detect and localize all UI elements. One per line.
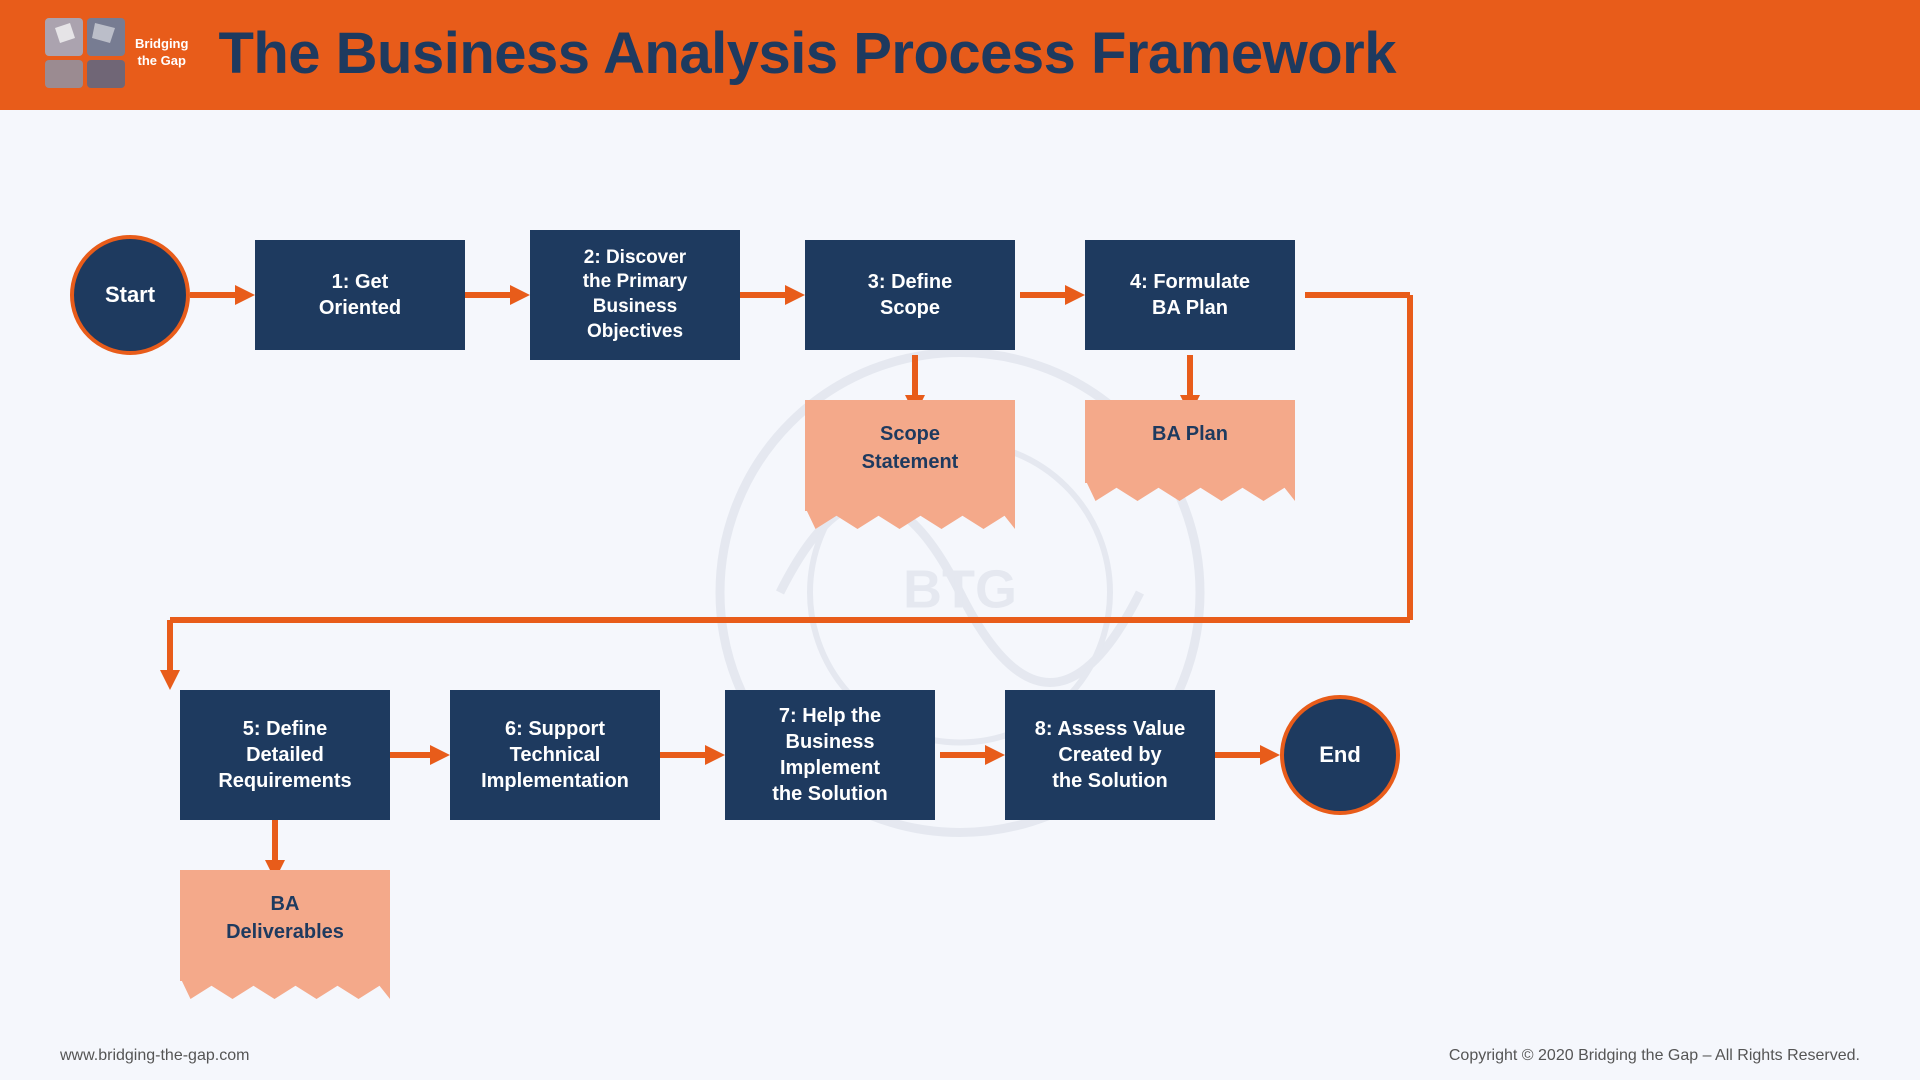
- flow-canvas: Start 1: GetOriented 2: Discoverthe Prim…: [60, 140, 1860, 1010]
- step-4-column: 4: FormulateBA Plan BA Plan: [1085, 240, 1295, 483]
- scope-statement-doc: ScopeStatement: [805, 400, 1015, 511]
- start-node: Start: [70, 235, 190, 355]
- step-7-node: 7: Help theBusinessImplementthe Solution: [725, 690, 935, 820]
- ba-deliverables-doc: BADeliverables: [180, 870, 390, 981]
- end-node: End: [1280, 695, 1400, 815]
- copyright-text: Copyright © 2020 Bridging the Gap – All …: [1449, 1047, 1860, 1065]
- main-content: BTG: [0, 110, 1920, 1080]
- page-title: The Business Analysis Process Framework: [218, 20, 1396, 87]
- logo-area: Bridging the Gap: [40, 13, 188, 93]
- step-2-node: 2: Discoverthe PrimaryBusinessObjectives: [530, 230, 740, 360]
- step-3-column: 3: DefineScope ScopeStatement: [805, 240, 1015, 511]
- ba-plan-doc: BA Plan: [1085, 400, 1295, 483]
- logo-text: Bridging the Gap: [135, 36, 188, 70]
- step-5-column: 5: DefineDetailedRequirements BADelivera…: [180, 690, 390, 981]
- step-6-node: 6: SupportTechnicalImplementation: [450, 690, 660, 820]
- website-url: www.bridging-the-gap.com: [60, 1047, 249, 1065]
- step-8-node: 8: Assess ValueCreated bythe Solution: [1005, 690, 1215, 820]
- footer: www.bridging-the-gap.com Copyright © 202…: [0, 1047, 1920, 1065]
- header: Bridging the Gap The Business Analysis P…: [0, 0, 1920, 110]
- logo-icon: [40, 13, 130, 93]
- step-1-node: 1: GetOriented: [255, 240, 465, 350]
